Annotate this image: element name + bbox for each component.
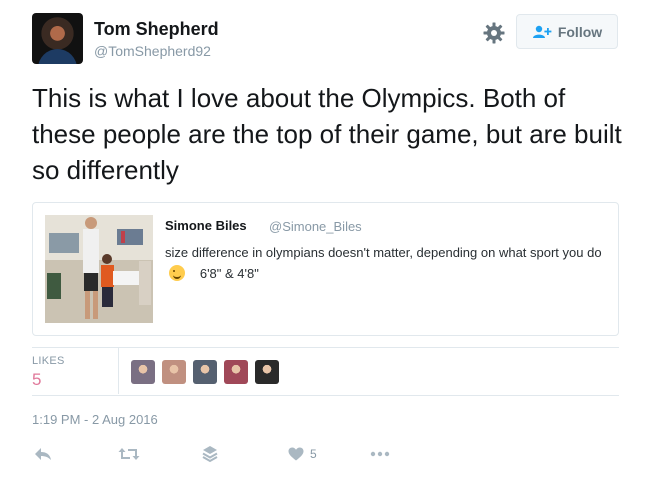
quoted-tweet[interactable]: Simone Biles @Simone_Biles size differen… <box>32 202 619 336</box>
follow-person-icon <box>532 25 552 38</box>
more-button[interactable] <box>370 444 390 464</box>
tweet-text: This is what I love about the Olympics. … <box>32 83 622 185</box>
liker-avatar[interactable] <box>162 360 186 384</box>
stack-icon <box>202 446 218 463</box>
quoted-text-part2: 6'8" & 4'8" <box>199 266 259 281</box>
heart-icon <box>288 447 304 461</box>
likes-count[interactable]: 5 <box>32 370 41 390</box>
author-avatar[interactable] <box>32 13 83 64</box>
liker-avatar[interactable] <box>255 360 279 384</box>
author-name[interactable]: Tom Shepherd <box>94 19 219 40</box>
likers-avatars <box>131 360 279 384</box>
liker-avatar[interactable] <box>131 360 155 384</box>
tweet-timestamp[interactable]: 1:19 PM - 2 Aug 2016 <box>32 412 158 427</box>
reply-icon <box>35 448 51 460</box>
quoted-author-handle[interactable]: @Simone_Biles <box>269 219 362 234</box>
retweet-icon <box>118 448 140 460</box>
liker-avatar[interactable] <box>224 360 248 384</box>
liker-avatar[interactable] <box>193 360 217 384</box>
author-handle[interactable]: @TomShepherd92 <box>94 43 211 59</box>
follow-label: Follow <box>557 23 603 40</box>
more-icon <box>370 451 390 457</box>
gear-icon[interactable] <box>482 21 506 45</box>
quoted-author-name[interactable]: Simone Biles <box>165 218 247 233</box>
reply-button[interactable] <box>34 444 52 464</box>
winking-face-icon <box>169 265 185 281</box>
retweet-button[interactable] <box>118 444 140 464</box>
stats-bottom-divider <box>32 395 619 396</box>
follow-button[interactable]: Follow <box>516 14 618 49</box>
stats-top-divider <box>32 347 619 348</box>
stats-vertical-divider <box>118 348 119 394</box>
like-button[interactable]: 5 <box>288 444 317 464</box>
like-count: 5 <box>310 447 317 461</box>
stack-button[interactable] <box>202 444 218 464</box>
likes-label[interactable]: LIKES <box>32 355 65 367</box>
quoted-tweet-photo[interactable] <box>45 215 153 323</box>
quoted-text-part1: size difference in olympians doesn't mat… <box>165 245 602 260</box>
quoted-tweet-text: size difference in olympians doesn't mat… <box>165 242 605 284</box>
tweet-actions: 5 <box>32 444 619 466</box>
